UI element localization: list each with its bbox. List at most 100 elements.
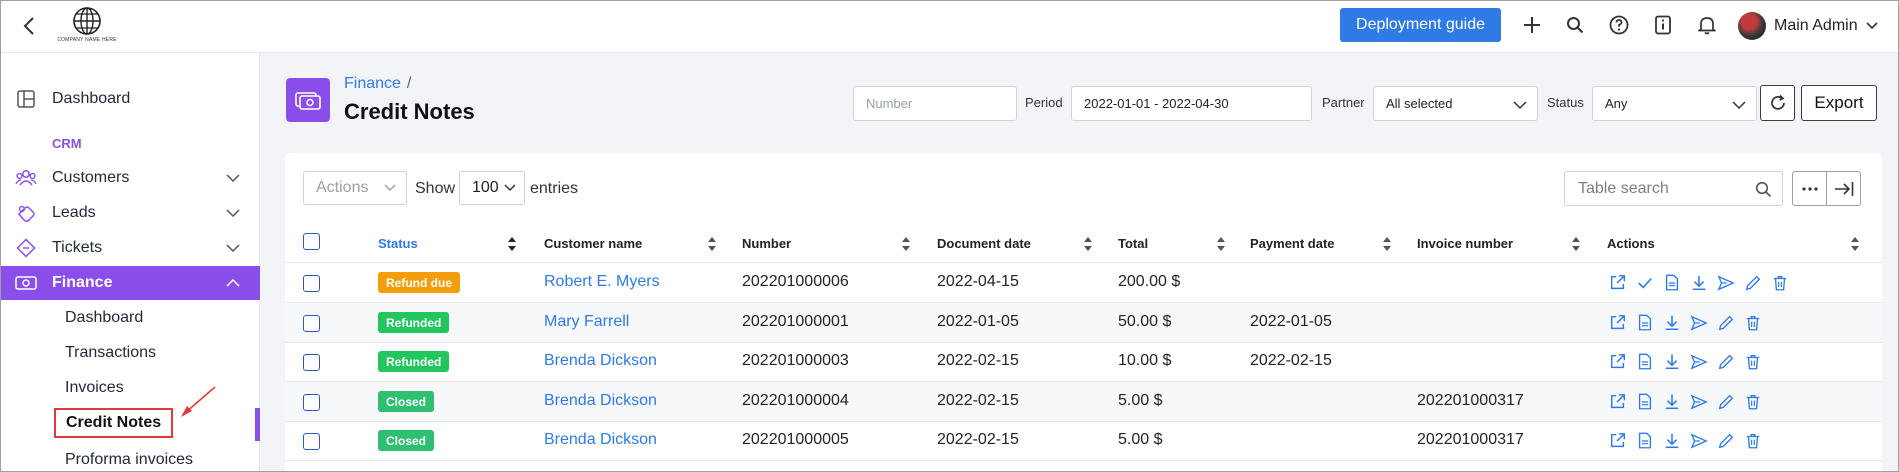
sidebar-subitem-credit-notes[interactable]: Credit Notes bbox=[54, 408, 174, 438]
app-window: COMPANY NAME HERE Deployment guide Main … bbox=[0, 0, 1899, 472]
period-date-range-input[interactable]: 2022-01-01 - 2022-04-30 bbox=[1071, 86, 1312, 121]
search-icon[interactable] bbox=[1563, 13, 1587, 37]
sidebar-item-finance[interactable]: Finance bbox=[1, 266, 260, 300]
sidebar-subitem-invoices[interactable]: Invoices bbox=[65, 379, 124, 397]
row-checkbox[interactable] bbox=[303, 315, 320, 332]
column-header-number[interactable]: Number bbox=[742, 236, 791, 251]
trash-icon[interactable] bbox=[1743, 431, 1762, 450]
total-amount: 5.00 $ bbox=[1118, 392, 1163, 409]
send-icon[interactable] bbox=[1689, 313, 1708, 332]
column-header-document-date[interactable]: Document date bbox=[937, 236, 1031, 251]
status-select[interactable]: Any bbox=[1592, 86, 1757, 121]
row-checkbox[interactable] bbox=[303, 275, 320, 292]
open-link-icon[interactable] bbox=[1608, 431, 1627, 450]
open-link-icon[interactable] bbox=[1608, 273, 1627, 292]
sidebar-item-dashboard[interactable]: Dashboard bbox=[1, 82, 260, 116]
pdf-icon[interactable] bbox=[1635, 392, 1654, 411]
sidebar-subitem-proforma-invoices[interactable]: Proforma invoices bbox=[65, 451, 193, 469]
row-checkbox[interactable] bbox=[303, 433, 320, 450]
trash-icon[interactable] bbox=[1770, 273, 1789, 292]
refresh-button[interactable] bbox=[1760, 85, 1795, 121]
column-header-customer-name[interactable]: Customer name bbox=[544, 236, 642, 251]
trash-icon[interactable] bbox=[1743, 392, 1762, 411]
trash-icon[interactable] bbox=[1743, 352, 1762, 371]
pdf-icon[interactable] bbox=[1635, 352, 1654, 371]
sort-icon[interactable] bbox=[1850, 236, 1860, 252]
customer-name-link[interactable]: Mary Farrell bbox=[544, 313, 629, 331]
open-link-icon[interactable] bbox=[1608, 313, 1627, 332]
total-amount: 50.00 $ bbox=[1118, 313, 1172, 330]
sort-icon[interactable] bbox=[707, 236, 717, 252]
column-header-total[interactable]: Total bbox=[1118, 236, 1148, 251]
download-icon[interactable] bbox=[1662, 352, 1681, 371]
sidebar-item-customers[interactable]: Customers bbox=[1, 161, 260, 195]
customer-name-link[interactable]: Brenda Dickson bbox=[544, 392, 657, 410]
credit-notes-page-icon bbox=[286, 78, 330, 122]
send-icon[interactable] bbox=[1689, 392, 1708, 411]
sort-icon[interactable] bbox=[1382, 236, 1392, 252]
sort-icon[interactable] bbox=[1083, 236, 1093, 252]
customer-name-link[interactable]: Robert E. Myers bbox=[544, 273, 660, 291]
partner-select[interactable]: All selected bbox=[1373, 86, 1538, 121]
row-checkbox[interactable] bbox=[303, 394, 320, 411]
sort-icon[interactable] bbox=[1216, 236, 1226, 252]
check-icon[interactable] bbox=[1635, 273, 1654, 292]
select-all-checkbox[interactable] bbox=[303, 233, 320, 250]
row-checkbox[interactable] bbox=[303, 354, 320, 371]
edit-icon[interactable] bbox=[1716, 352, 1735, 371]
number-filter-input[interactable]: Number bbox=[853, 86, 1017, 121]
customers-icon bbox=[15, 167, 37, 189]
breadcrumb-finance-link[interactable]: Finance bbox=[344, 75, 401, 92]
user-menu[interactable]: Main Admin bbox=[1738, 11, 1878, 41]
deployment-guide-button[interactable]: Deployment guide bbox=[1340, 8, 1501, 42]
send-icon[interactable] bbox=[1689, 431, 1708, 450]
company-logo[interactable]: COMPANY NAME HERE bbox=[57, 6, 116, 48]
document-date: 2022-02-15 bbox=[937, 352, 1019, 369]
table-search-input[interactable]: Table search bbox=[1564, 171, 1783, 206]
edit-icon[interactable] bbox=[1743, 273, 1762, 292]
sidebar-item-leads[interactable]: Leads bbox=[1, 196, 260, 230]
back-arrow-icon[interactable] bbox=[17, 14, 41, 38]
sidebar-item-tickets[interactable]: Tickets bbox=[1, 231, 260, 265]
total-amount: 200.00 $ bbox=[1118, 273, 1181, 290]
send-icon[interactable] bbox=[1716, 273, 1735, 292]
sort-icon[interactable] bbox=[901, 236, 911, 252]
help-icon[interactable] bbox=[1607, 13, 1631, 37]
entries-per-page-select[interactable]: 100 bbox=[459, 171, 525, 205]
export-button[interactable]: Export bbox=[1801, 85, 1877, 121]
open-link-icon[interactable] bbox=[1608, 392, 1627, 411]
edit-icon[interactable] bbox=[1716, 392, 1735, 411]
pdf-icon[interactable] bbox=[1635, 431, 1654, 450]
edit-icon[interactable] bbox=[1716, 431, 1735, 450]
more-options-button[interactable] bbox=[1792, 171, 1827, 206]
status-badge: Closed bbox=[378, 391, 435, 412]
customer-name-link[interactable]: Brenda Dickson bbox=[544, 352, 657, 370]
download-icon[interactable] bbox=[1662, 392, 1681, 411]
column-header-payment-date[interactable]: Payment date bbox=[1250, 236, 1335, 251]
download-icon[interactable] bbox=[1689, 273, 1708, 292]
column-header-invoice-number[interactable]: Invoice number bbox=[1417, 236, 1513, 251]
customer-name-link[interactable]: Brenda Dickson bbox=[544, 431, 657, 449]
pdf-icon[interactable] bbox=[1662, 273, 1681, 292]
info-icon[interactable] bbox=[1651, 13, 1675, 37]
column-header-status[interactable]: Status bbox=[378, 236, 418, 251]
plus-icon[interactable] bbox=[1520, 13, 1544, 37]
bell-icon[interactable] bbox=[1695, 13, 1719, 37]
open-link-icon[interactable] bbox=[1608, 352, 1627, 371]
download-icon[interactable] bbox=[1662, 431, 1681, 450]
bulk-actions-dropdown[interactable]: Actions bbox=[303, 171, 407, 205]
status-select-value: Any bbox=[1605, 96, 1628, 111]
chevron-down-icon bbox=[226, 206, 240, 220]
trash-icon[interactable] bbox=[1743, 313, 1762, 332]
table-row: Refund due Robert E. Myers 202201000006 202… bbox=[285, 263, 1882, 303]
expand-columns-button[interactable] bbox=[1826, 171, 1861, 206]
sidebar-subitem-dashboard[interactable]: Dashboard bbox=[65, 309, 143, 327]
download-icon[interactable] bbox=[1662, 313, 1681, 332]
edit-icon[interactable] bbox=[1716, 313, 1735, 332]
pdf-icon[interactable] bbox=[1635, 313, 1654, 332]
sidebar-subitem-transactions[interactable]: Transactions bbox=[65, 344, 156, 362]
sort-icon[interactable] bbox=[1571, 236, 1581, 252]
globe-icon bbox=[73, 7, 101, 35]
sort-icon[interactable] bbox=[507, 236, 517, 252]
send-icon[interactable] bbox=[1689, 352, 1708, 371]
